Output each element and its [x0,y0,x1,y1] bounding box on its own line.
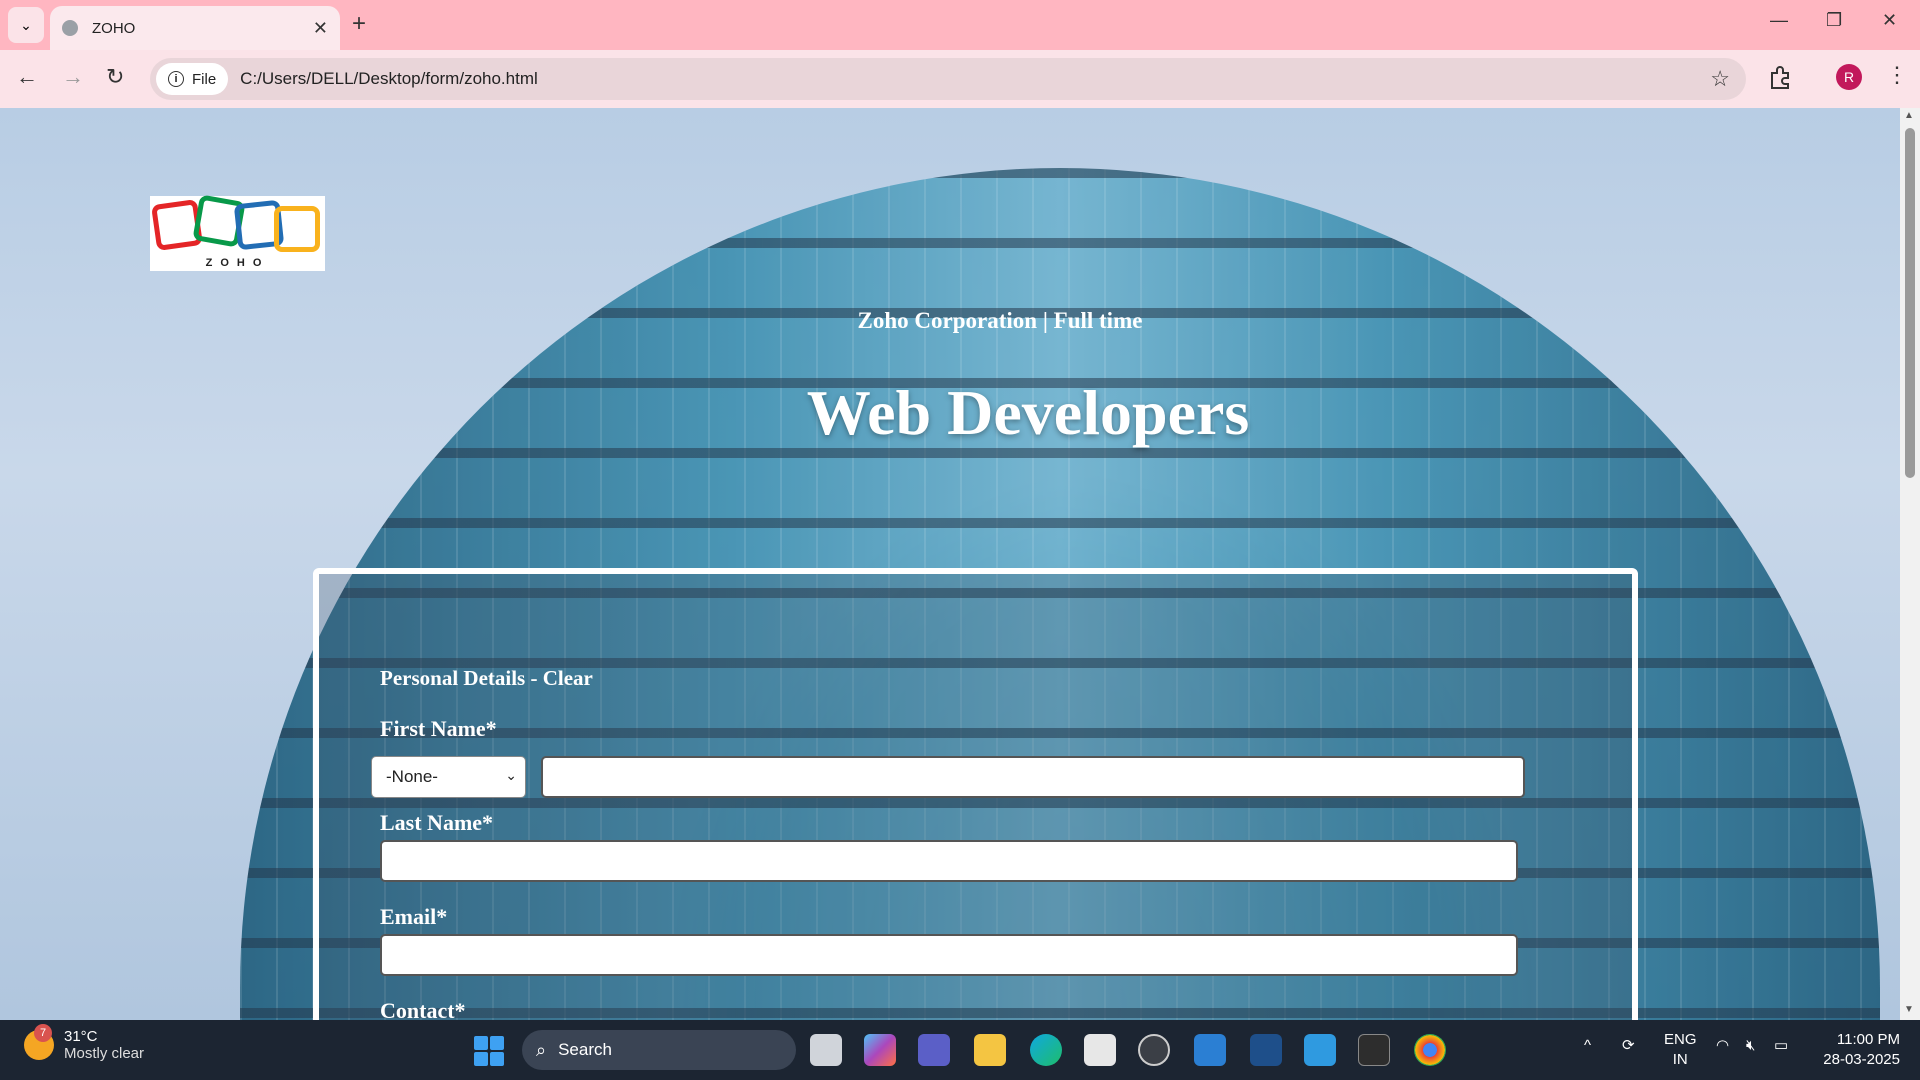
url-text[interactable]: C:/Users/DELL/Desktop/form/zoho.html [240,69,538,89]
wifi-icon[interactable]: ◠ [1716,1036,1729,1056]
chrome-icon[interactable] [1414,1034,1446,1066]
salutation-value: -None- [386,767,438,786]
weather-widget[interactable]: 7 31°C Mostly clear [24,1024,145,1062]
volume-muted-icon[interactable]: 🔇︎ [1746,1036,1755,1056]
app-icon[interactable] [1250,1034,1282,1066]
salutation-select[interactable]: -None- ⌄ [371,756,526,798]
browser-tab-bar: ⌄ ZOHO ✕ + — ❐ ✕ [0,0,1920,50]
file-explorer-icon[interactable] [974,1034,1006,1066]
tab-search-button[interactable]: ⌄ [8,7,44,43]
tab-title: ZOHO [92,19,136,37]
terminal-icon[interactable] [1358,1034,1390,1066]
file-label: File [192,70,217,88]
first-name-input[interactable] [541,756,1525,798]
system-clock[interactable]: 11:00 PM 28-03-2025 [1800,1030,1900,1070]
restore-icon[interactable]: ❐ [1826,10,1842,31]
weather-icon: 7 [24,1024,54,1060]
close-window-icon[interactable]: ✕ [1882,10,1897,31]
vscode-icon[interactable] [1194,1034,1226,1066]
profile-avatar[interactable]: R [1836,64,1862,90]
scroll-up-icon[interactable]: ▲ [1904,110,1914,121]
more-menu-icon[interactable]: ⋮ [1886,62,1908,88]
region-code: IN [1672,1051,1688,1068]
zoho-logo: ZOHO [150,194,325,271]
windows-taskbar: 7 31°C Mostly clear ⌕ Search ^ ⟳ ENG IN … [0,1020,1920,1080]
email-label: Email* [380,904,448,929]
language-indicator[interactable]: ENG IN [1664,1030,1697,1070]
globe-icon [62,20,78,36]
taskbar-search[interactable]: ⌕ Search [522,1030,796,1070]
teams-icon[interactable] [918,1034,950,1066]
clock-time: 11:00 PM [1836,1031,1900,1048]
language-code: ENG [1664,1031,1697,1048]
page-viewport: ZOHO Zoho Corporation | Full time Web De… [0,108,1900,1020]
weather-desc: Mostly clear [64,1045,145,1062]
scroll-down-icon[interactable]: ▼ [1904,1004,1914,1015]
info-icon: i [168,71,184,87]
company-subtitle: Zoho Corporation | Full time [857,308,1143,333]
chevron-down-icon: ⌄ [505,767,517,783]
first-name-label: First Name* [380,716,497,741]
browser-tab[interactable]: ZOHO ✕ [50,6,340,50]
last-name-label: Last Name* [380,810,494,835]
new-tab-icon[interactable]: + [352,10,366,38]
close-tab-icon[interactable]: ✕ [313,18,328,39]
last-name-input[interactable] [380,840,1518,882]
battery-icon[interactable]: ▭ [1774,1036,1788,1056]
show-hidden-icons-chevron[interactable]: ^ [1584,1036,1591,1056]
weather-temp: 31°C [64,1028,98,1045]
contact-label: Contact* [380,998,466,1020]
dell-icon[interactable] [1138,1034,1170,1066]
chevron-down-icon: ⌄ [20,16,32,33]
search-icon: ⌕ [536,1039,547,1060]
page-headline: Web Developers [806,377,1250,448]
search-label: Search [558,1040,612,1059]
bookmark-star-icon[interactable]: ☆ [1710,66,1730,92]
extensions-icon[interactable] [1768,64,1794,90]
browser-toolbar: ← → ↻ i File C:/Users/DELL/Desktop/form/… [0,50,1920,108]
paint-icon[interactable] [1304,1034,1336,1066]
section-title: Personal Details - Clear [380,666,593,690]
microsoft-store-icon[interactable] [1084,1034,1116,1066]
minimize-icon[interactable]: — [1770,10,1788,31]
windows-start-icon[interactable] [474,1036,504,1066]
application-form: Personal Details - Clear First Name* -No… [313,568,1638,1020]
address-bar[interactable]: i File C:/Users/DELL/Desktop/form/zoho.h… [150,58,1746,100]
copilot-icon[interactable] [864,1034,896,1066]
site-info-chip[interactable]: i File [156,63,229,95]
forward-icon[interactable]: → [62,64,84,90]
logo-wordmark: ZOHO [205,257,270,269]
reload-icon[interactable]: ↻ [106,64,124,90]
page-scrollbar[interactable]: ▲ ▼ [1900,108,1920,1020]
email-input[interactable] [380,934,1518,976]
edge-icon[interactable] [1030,1034,1062,1066]
logo-yellow-square [274,206,320,252]
clock-date: 28-03-2025 [1823,1051,1900,1068]
task-view-icon[interactable] [810,1034,842,1066]
weather-badge: 7 [34,1024,52,1042]
scroll-thumb[interactable] [1905,128,1915,478]
sync-icon[interactable]: ⟳ [1622,1036,1635,1056]
back-icon[interactable]: ← [16,64,38,90]
